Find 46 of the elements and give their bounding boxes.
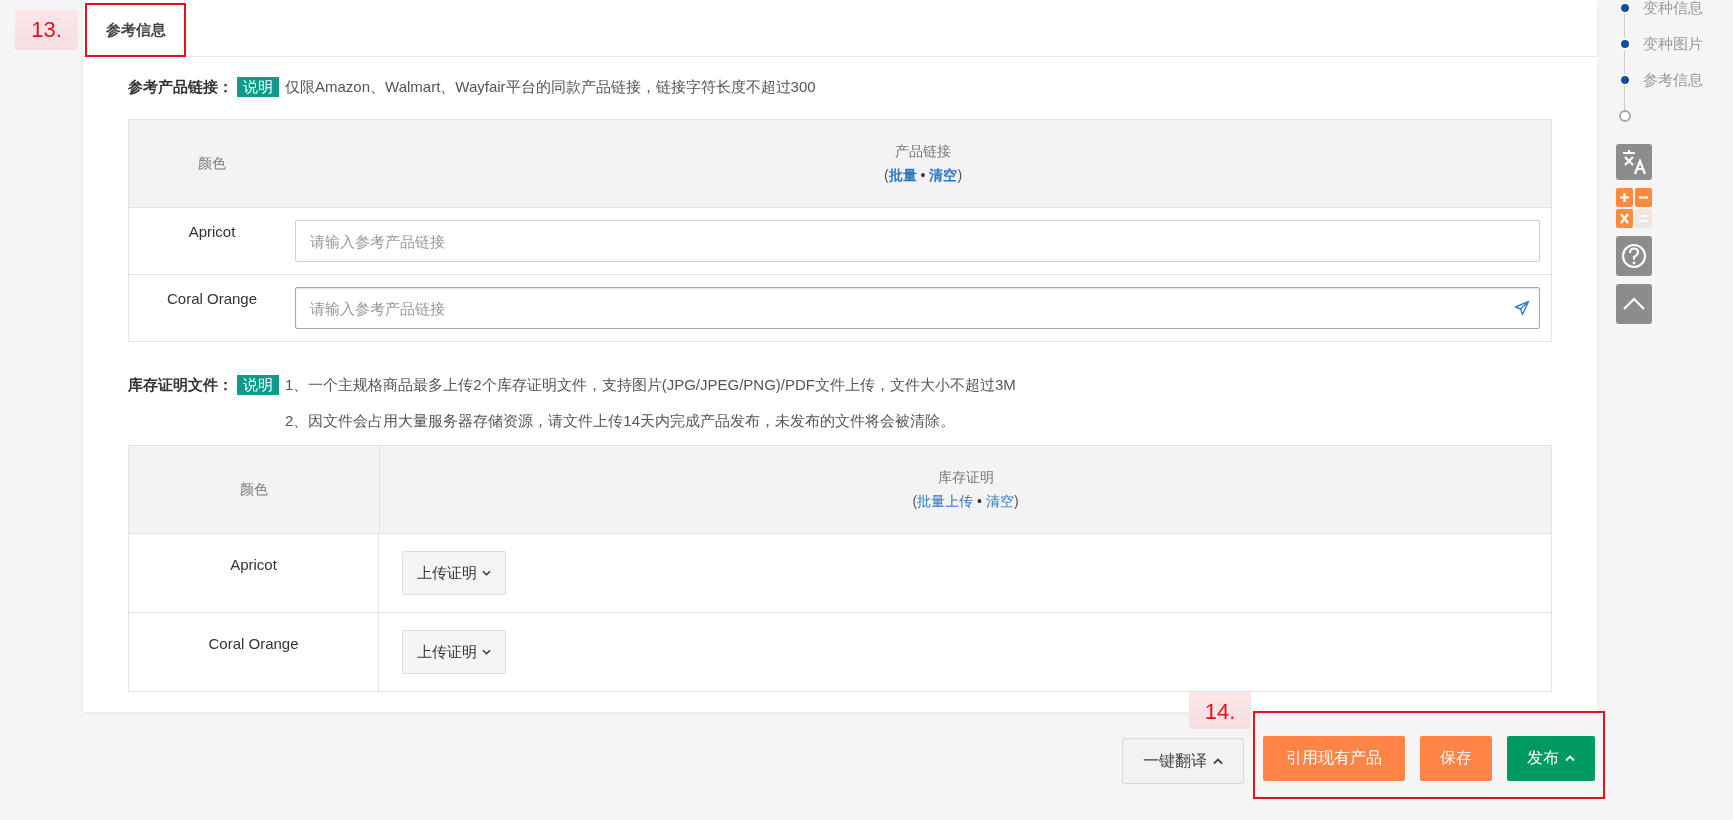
action-button[interactable]: 保存: [1420, 735, 1492, 781]
action-link[interactable]: 批量: [888, 166, 917, 183]
paren-text: ): [957, 166, 963, 183]
help-icon[interactable]: [1616, 236, 1652, 276]
section-title: 参考信息: [105, 20, 166, 40]
chevron-down-icon: [482, 570, 491, 576]
action-link[interactable]: 批量上传: [917, 492, 974, 509]
color-name: Coral Orange: [166, 290, 257, 307]
note-text: 2、因文件会占用大量服务器存储资源，请文件上传14天内完成产品发布，未发布的文件将会被清除。: [285, 411, 957, 431]
chevron-down-icon: [482, 649, 491, 655]
note-text: 仅限Amazon、Walmart、Wayfair平台的同款产品链接，链接字符长度不超过300: [285, 77, 816, 97]
paren-text: (: [912, 492, 918, 509]
color-name: Apricot: [230, 556, 277, 573]
action-link[interactable]: 清空: [929, 166, 958, 183]
calculator-icon[interactable]: [1616, 188, 1652, 228]
color-name: Coral Orange: [208, 635, 299, 652]
separator-text: •: [977, 492, 982, 509]
link-input-field[interactable]: 请输入参考产品链接: [295, 220, 1540, 262]
annotation-label: 14.: [1189, 692, 1251, 729]
paren-text: (: [883, 166, 889, 183]
column-header: 颜色: [198, 154, 226, 173]
translate-icon[interactable]: [1616, 144, 1652, 180]
nav-link[interactable]: 变种图片: [1643, 34, 1703, 54]
column-header: 库存证明: [937, 468, 994, 487]
send-icon[interactable]: [1514, 300, 1530, 316]
field-label: 参考产品链接：: [128, 77, 233, 97]
scroll-top-icon[interactable]: [1616, 284, 1652, 324]
separator-text: •: [920, 166, 926, 183]
nav-link[interactable]: 变种信息: [1643, 0, 1703, 18]
color-name: Apricot: [188, 223, 236, 240]
column-header: 产品链接: [895, 142, 951, 161]
action-button[interactable]: 发布: [1507, 735, 1595, 781]
action-button[interactable]: 引用现有产品: [1263, 735, 1405, 781]
paren-text: ): [1013, 492, 1019, 509]
upload-button[interactable]: 上传证明: [402, 630, 506, 674]
annotation-label: 13.: [15, 10, 78, 50]
note-text: 1、一个主规格商品最多上传2个库存证明文件，支持图片(JPG/JPEG/PNG)/PDF文件上传，文件大小不超过3M: [285, 375, 1016, 395]
note-badge: 说明: [237, 375, 279, 395]
action-link[interactable]: 清空: [985, 492, 1014, 509]
translate-button[interactable]: 一键翻译: [1122, 738, 1244, 784]
field-label: 库存证明文件：: [128, 375, 233, 395]
note-badge: 说明: [237, 77, 279, 97]
nav-link[interactable]: 参考信息: [1643, 70, 1703, 90]
column-header: 颜色: [240, 480, 268, 499]
link-input-field[interactable]: 请输入参考产品链接: [295, 287, 1540, 329]
upload-button[interactable]: 上传证明: [402, 551, 506, 595]
